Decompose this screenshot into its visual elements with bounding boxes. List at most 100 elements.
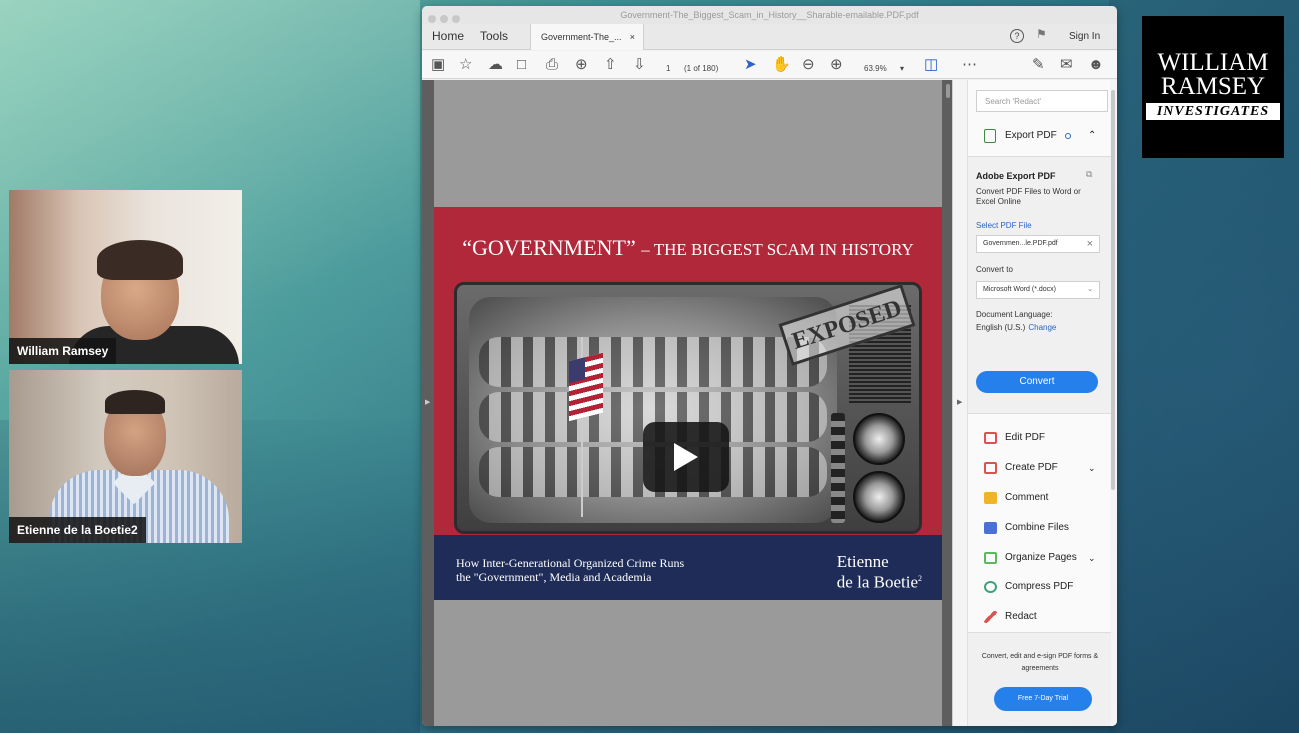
change-language-link[interactable]: Change <box>1028 323 1056 332</box>
author-line-1: Etienne <box>836 552 889 571</box>
crowd-row <box>479 337 827 387</box>
page-down-icon[interactable]: ⇩ <box>633 56 646 74</box>
tool-organize-pages[interactable]: Organize Pages ⌄ <box>976 547 1108 569</box>
star-icon[interactable]: ☆ <box>459 56 472 74</box>
tools-pane-content: Search 'Redact' Export PDF ⌃ Adobe Expor… <box>967 80 1111 726</box>
hand-tool-icon[interactable]: ✋ <box>772 56 791 74</box>
left-panel-toggle-icon[interactable]: ▶ <box>425 398 430 406</box>
close-tab-icon[interactable]: × <box>630 24 635 50</box>
chevron-down-icon[interactable]: ⌄ <box>1088 547 1096 569</box>
tool-create-pdf[interactable]: Create PDF ⌄ <box>976 457 1108 479</box>
window-title: Government-The_Biggest_Scam_in_History__… <box>620 10 919 20</box>
channel-logo: WILLIAM RAMSEY INVESTIGATES <box>1142 16 1284 158</box>
compress-pdf-icon <box>984 581 997 593</box>
convert-to-value: Microsoft Word (*.docx) <box>983 286 1056 293</box>
page-margin-bottom <box>434 600 942 726</box>
selected-file-name: Governmen...le.PDF.pdf <box>983 240 1058 247</box>
close-window-button[interactable] <box>428 15 436 23</box>
save-icon[interactable]: ▣ <box>431 56 445 74</box>
participant-video-william: William Ramsey <box>9 190 242 364</box>
organize-pages-icon <box>984 552 997 564</box>
create-pdf-icon <box>984 462 997 474</box>
redact-icon <box>984 611 997 623</box>
tool-label: Compress PDF <box>1005 581 1074 592</box>
cloud-upload-icon[interactable]: ☁ <box>488 56 503 74</box>
comment-icon <box>984 492 997 504</box>
tool-label: Comment <box>1005 492 1049 503</box>
export-panel-description: Convert PDF Files to Word or Excel Onlin… <box>976 187 1081 206</box>
american-flag <box>569 352 603 422</box>
export-pdf-icon <box>984 129 996 143</box>
bell-icon[interactable]: ⚑ <box>1036 27 1047 41</box>
tool-compress-pdf[interactable]: Compress PDF <box>976 576 1108 598</box>
cover-title-main: “GOVERNMENT” <box>462 235 636 260</box>
export-pdf-panel: Adobe Export PDF ⧉ Convert PDF Files to … <box>968 156 1111 414</box>
author-superscript: 2 <box>918 574 922 583</box>
select-pdf-file-link[interactable]: Select PDF File <box>976 221 1032 230</box>
zoom-dropdown-icon[interactable]: ▾ <box>900 60 904 78</box>
sign-in-link[interactable]: Sign In <box>1069 31 1100 42</box>
minimize-window-button[interactable] <box>440 15 448 23</box>
remove-file-icon[interactable]: × <box>1087 236 1093 252</box>
page-number-input[interactable]: 1 <box>666 60 670 78</box>
convert-button[interactable]: Convert <box>976 371 1098 393</box>
tab-document[interactable]: Government-The_... × <box>530 24 644 50</box>
pane-collapse-icon[interactable]: ▶ <box>957 398 962 406</box>
tool-redact[interactable]: Redact <box>976 606 1108 628</box>
combine-files-icon <box>984 522 997 534</box>
free-trial-button[interactable]: Free 7-Day Trial <box>994 687 1092 711</box>
logo-line-3: INVESTIGATES <box>1146 103 1280 120</box>
window-titlebar: Government-The_Biggest_Scam_in_History__… <box>422 6 1117 24</box>
sign-icon[interactable]: ✎ <box>1032 56 1045 74</box>
document-language-label: Document Language: <box>976 310 1053 319</box>
convert-to-label: Convert to <box>976 265 1013 274</box>
tool-edit-pdf[interactable]: Edit PDF <box>976 427 1108 449</box>
acrobat-window: Government-The_Biggest_Scam_in_History__… <box>422 6 1117 726</box>
share-icon[interactable]: ☻ <box>1088 56 1104 74</box>
tool-label: Organize Pages <box>1005 552 1077 563</box>
cover-title-rest: – THE BIGGEST SCAM IN HISTORY <box>641 240 914 259</box>
video-play-button[interactable] <box>643 422 729 492</box>
email-icon[interactable]: ✉ <box>1060 56 1073 74</box>
chevron-down-icon[interactable]: ⌄ <box>1088 457 1096 479</box>
zoom-in-icon[interactable]: ⊕ <box>830 56 843 74</box>
chevron-up-icon[interactable]: ⌃ <box>1088 125 1096 147</box>
fit-page-icon[interactable]: ◫ <box>924 56 938 74</box>
zoom-out-icon[interactable]: ⊖ <box>802 56 815 74</box>
select-cursor-icon[interactable]: ➤ <box>744 56 757 74</box>
convert-to-select[interactable]: Microsoft Word (*.docx) ⌄ <box>976 281 1100 299</box>
copy-icon[interactable]: ⧉ <box>1086 169 1092 180</box>
participant-name-tag: Etienne de la Boetie2 <box>9 517 146 543</box>
edit-pdf-icon <box>984 432 997 444</box>
document-viewport[interactable]: ▶ “GOVERNMENT” – THE BIGGEST SCAM IN HIS… <box>422 80 952 726</box>
footer-text: Convert, edit and e-sign PDF forms & agr… <box>981 653 1099 672</box>
author-line-2: de la Boetie <box>836 572 918 592</box>
info-icon[interactable] <box>1065 133 1071 139</box>
cover-subtitle-line-1: How Inter-Generational Organized Crime R… <box>456 556 685 570</box>
tool-comment[interactable]: Comment <box>976 487 1108 509</box>
tab-home[interactable]: Home <box>432 29 464 43</box>
export-panel-title: Adobe Export PDF <box>976 171 1056 181</box>
print-icon[interactable]: ⎙ <box>546 56 558 74</box>
document-language-value: English (U.S.) Change <box>976 323 1056 332</box>
maximize-window-button[interactable] <box>452 15 460 23</box>
tools-pane-scrollbar[interactable] <box>1111 90 1115 490</box>
language-value: English (U.S.) <box>976 323 1026 332</box>
help-icon[interactable]: ? <box>1010 29 1024 43</box>
document-scrollbar[interactable] <box>946 84 950 98</box>
book-cover: “GOVERNMENT” – THE BIGGEST SCAM IN HISTO… <box>434 207 942 600</box>
selected-file-field: Governmen...le.PDF.pdf × <box>976 235 1100 253</box>
tools-search-input[interactable]: Search 'Redact' <box>976 90 1108 112</box>
tool-combine-files[interactable]: Combine Files <box>976 517 1108 539</box>
page-count: (1 of 180) <box>684 64 719 73</box>
tab-tools[interactable]: Tools <box>480 29 508 43</box>
zoom-search-icon[interactable]: ⊕ <box>575 56 588 74</box>
more-options-icon[interactable]: ⋯ <box>962 56 977 74</box>
chevron-down-icon: ⌄ <box>1087 286 1093 293</box>
zoom-level-select[interactable]: 63.9% <box>864 60 887 78</box>
participant-video-etienne: Etienne de la Boetie2 <box>9 370 242 543</box>
create-icon[interactable]: □ <box>517 56 526 74</box>
export-pdf-header[interactable]: Export PDF ⌃ <box>976 125 1108 147</box>
logo-line-2: RAMSEY <box>1160 73 1266 100</box>
page-up-icon[interactable]: ⇧ <box>604 56 617 74</box>
